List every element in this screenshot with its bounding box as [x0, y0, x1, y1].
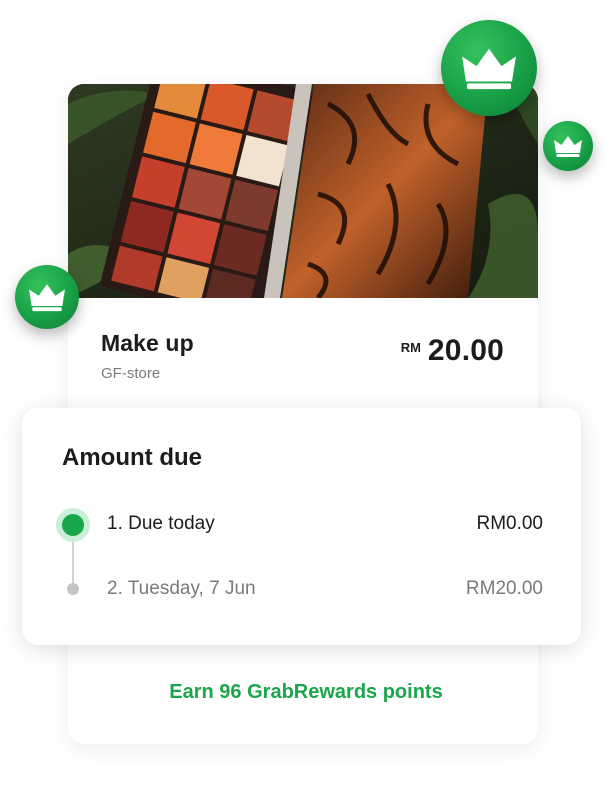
crown-icon: [543, 121, 593, 171]
installment-label: 2. Tuesday, 7 Jun: [107, 578, 256, 599]
price-amount: 20.00: [427, 334, 504, 367]
rewards-message: Earn 96 GrabRewards points: [169, 681, 443, 703]
product-image: [68, 84, 538, 298]
product-name: Make up: [101, 330, 194, 356]
price-currency: RM: [400, 340, 421, 355]
screen: Make up GF-store RM 20.00 Amount due 1. …: [0, 0, 612, 786]
crown-icon: [15, 265, 79, 329]
product-price: RM 20.00: [401, 334, 504, 368]
installment-amount: RM0.00: [476, 513, 543, 534]
store-name: GF-store: [101, 365, 161, 382]
timeline-dot-upcoming: [67, 583, 79, 595]
timeline-dot-active: [56, 508, 90, 542]
amount-due-card: Amount due 1. Due today RM0.00 2. Tuesda…: [22, 408, 581, 645]
installment-label: 1. Due today: [107, 513, 215, 534]
installment-amount: RM20.00: [465, 578, 543, 599]
crown-icon: [441, 20, 537, 116]
amount-due-title: Amount due: [62, 444, 202, 471]
